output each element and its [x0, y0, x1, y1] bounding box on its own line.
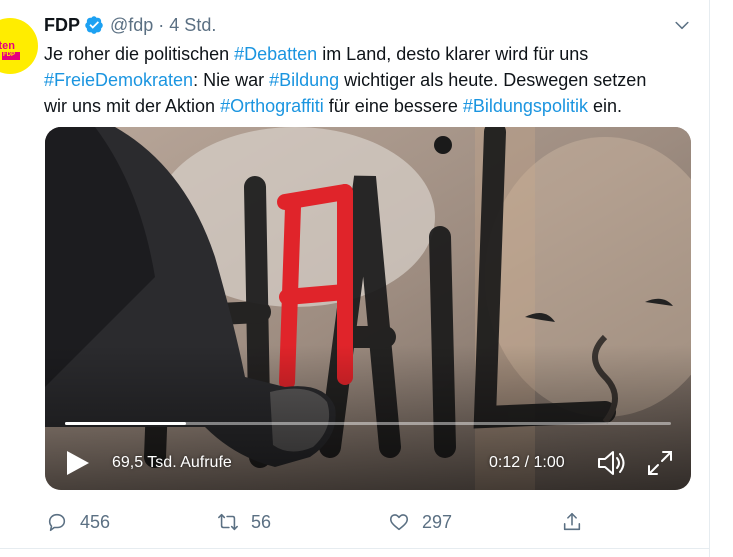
- avatar-logo-badge: FDP: [3, 52, 15, 58]
- tweet-text: Je roher die politischen #Debatten im La…: [44, 41, 694, 119]
- video-frame-image: [45, 127, 691, 490]
- hashtag-link[interactable]: #Bildungspolitik: [463, 96, 588, 116]
- avatar-logo-text: kraten: [0, 40, 16, 52]
- tweet-text-segment: Je roher die politischen: [44, 44, 235, 64]
- tweet-text-segment: wichtiger als heute. Deswegen setzen: [339, 70, 647, 90]
- tweet-text-line: wir uns mit der Aktion #Orthograffiti fü…: [44, 93, 694, 119]
- tweet-text-line: #FreieDemokraten: Nie war #Bildung wicht…: [44, 67, 694, 93]
- video-progress-bar[interactable]: [65, 422, 671, 425]
- tweet-text-segment: im Land, desto klarer wird für uns: [317, 44, 589, 64]
- like-count: 297: [422, 511, 453, 532]
- tweet-text-segment: ein.: [587, 96, 622, 116]
- tweet-text-line: Je roher die politischen #Debatten im La…: [44, 41, 694, 67]
- video-time: 0:12 / 1:00: [489, 454, 565, 471]
- avatar[interactable]: kraten FDP: [0, 18, 38, 74]
- volume-icon[interactable]: [596, 448, 628, 478]
- retweet-icon: [218, 513, 238, 531]
- heart-icon: [389, 514, 409, 531]
- retweet-button[interactable]: 56: [217, 511, 271, 533]
- tweet-timestamp[interactable]: 4 Std.: [169, 15, 216, 36]
- tweet-text-segment: für eine bessere: [323, 96, 463, 116]
- tweet-divider: [0, 548, 709, 549]
- hashtag-link[interactable]: #Orthograffiti: [220, 96, 324, 116]
- tweet-header: FDP @fdp · 4 Std.: [44, 13, 216, 37]
- view-count: 69,5 Tsd. Aufrufe: [112, 454, 232, 471]
- header-separator: ·: [158, 14, 165, 35]
- reply-icon: [48, 513, 66, 532]
- fullscreen-icon[interactable]: [645, 448, 675, 478]
- video-player[interactable]: 69,5 Tsd. Aufrufe 0:12 / 1:00: [45, 127, 691, 490]
- hashtag-link[interactable]: #Bildung: [269, 70, 339, 90]
- tweet-text-segment: : Nie war: [193, 70, 270, 90]
- chevron-down-icon[interactable]: [672, 15, 692, 35]
- column-border: [709, 0, 710, 557]
- like-button[interactable]: 297: [388, 511, 452, 533]
- share-icon: [563, 512, 581, 531]
- share-button[interactable]: [561, 511, 583, 533]
- video-progress-fill: [65, 422, 187, 425]
- hashtag-link[interactable]: #FreieDemokraten: [44, 70, 193, 90]
- author-name[interactable]: FDP: [44, 15, 80, 36]
- verified-badge-icon: [85, 16, 103, 34]
- reply-count: 456: [80, 511, 111, 532]
- reply-button[interactable]: 456: [46, 511, 110, 533]
- author-handle[interactable]: @fdp: [110, 15, 153, 36]
- hashtag-link[interactable]: #Debatten: [234, 44, 317, 64]
- tweet-text-segment: wir uns mit der Aktion: [44, 96, 221, 116]
- retweet-count: 56: [251, 511, 272, 532]
- play-icon[interactable]: [65, 449, 91, 477]
